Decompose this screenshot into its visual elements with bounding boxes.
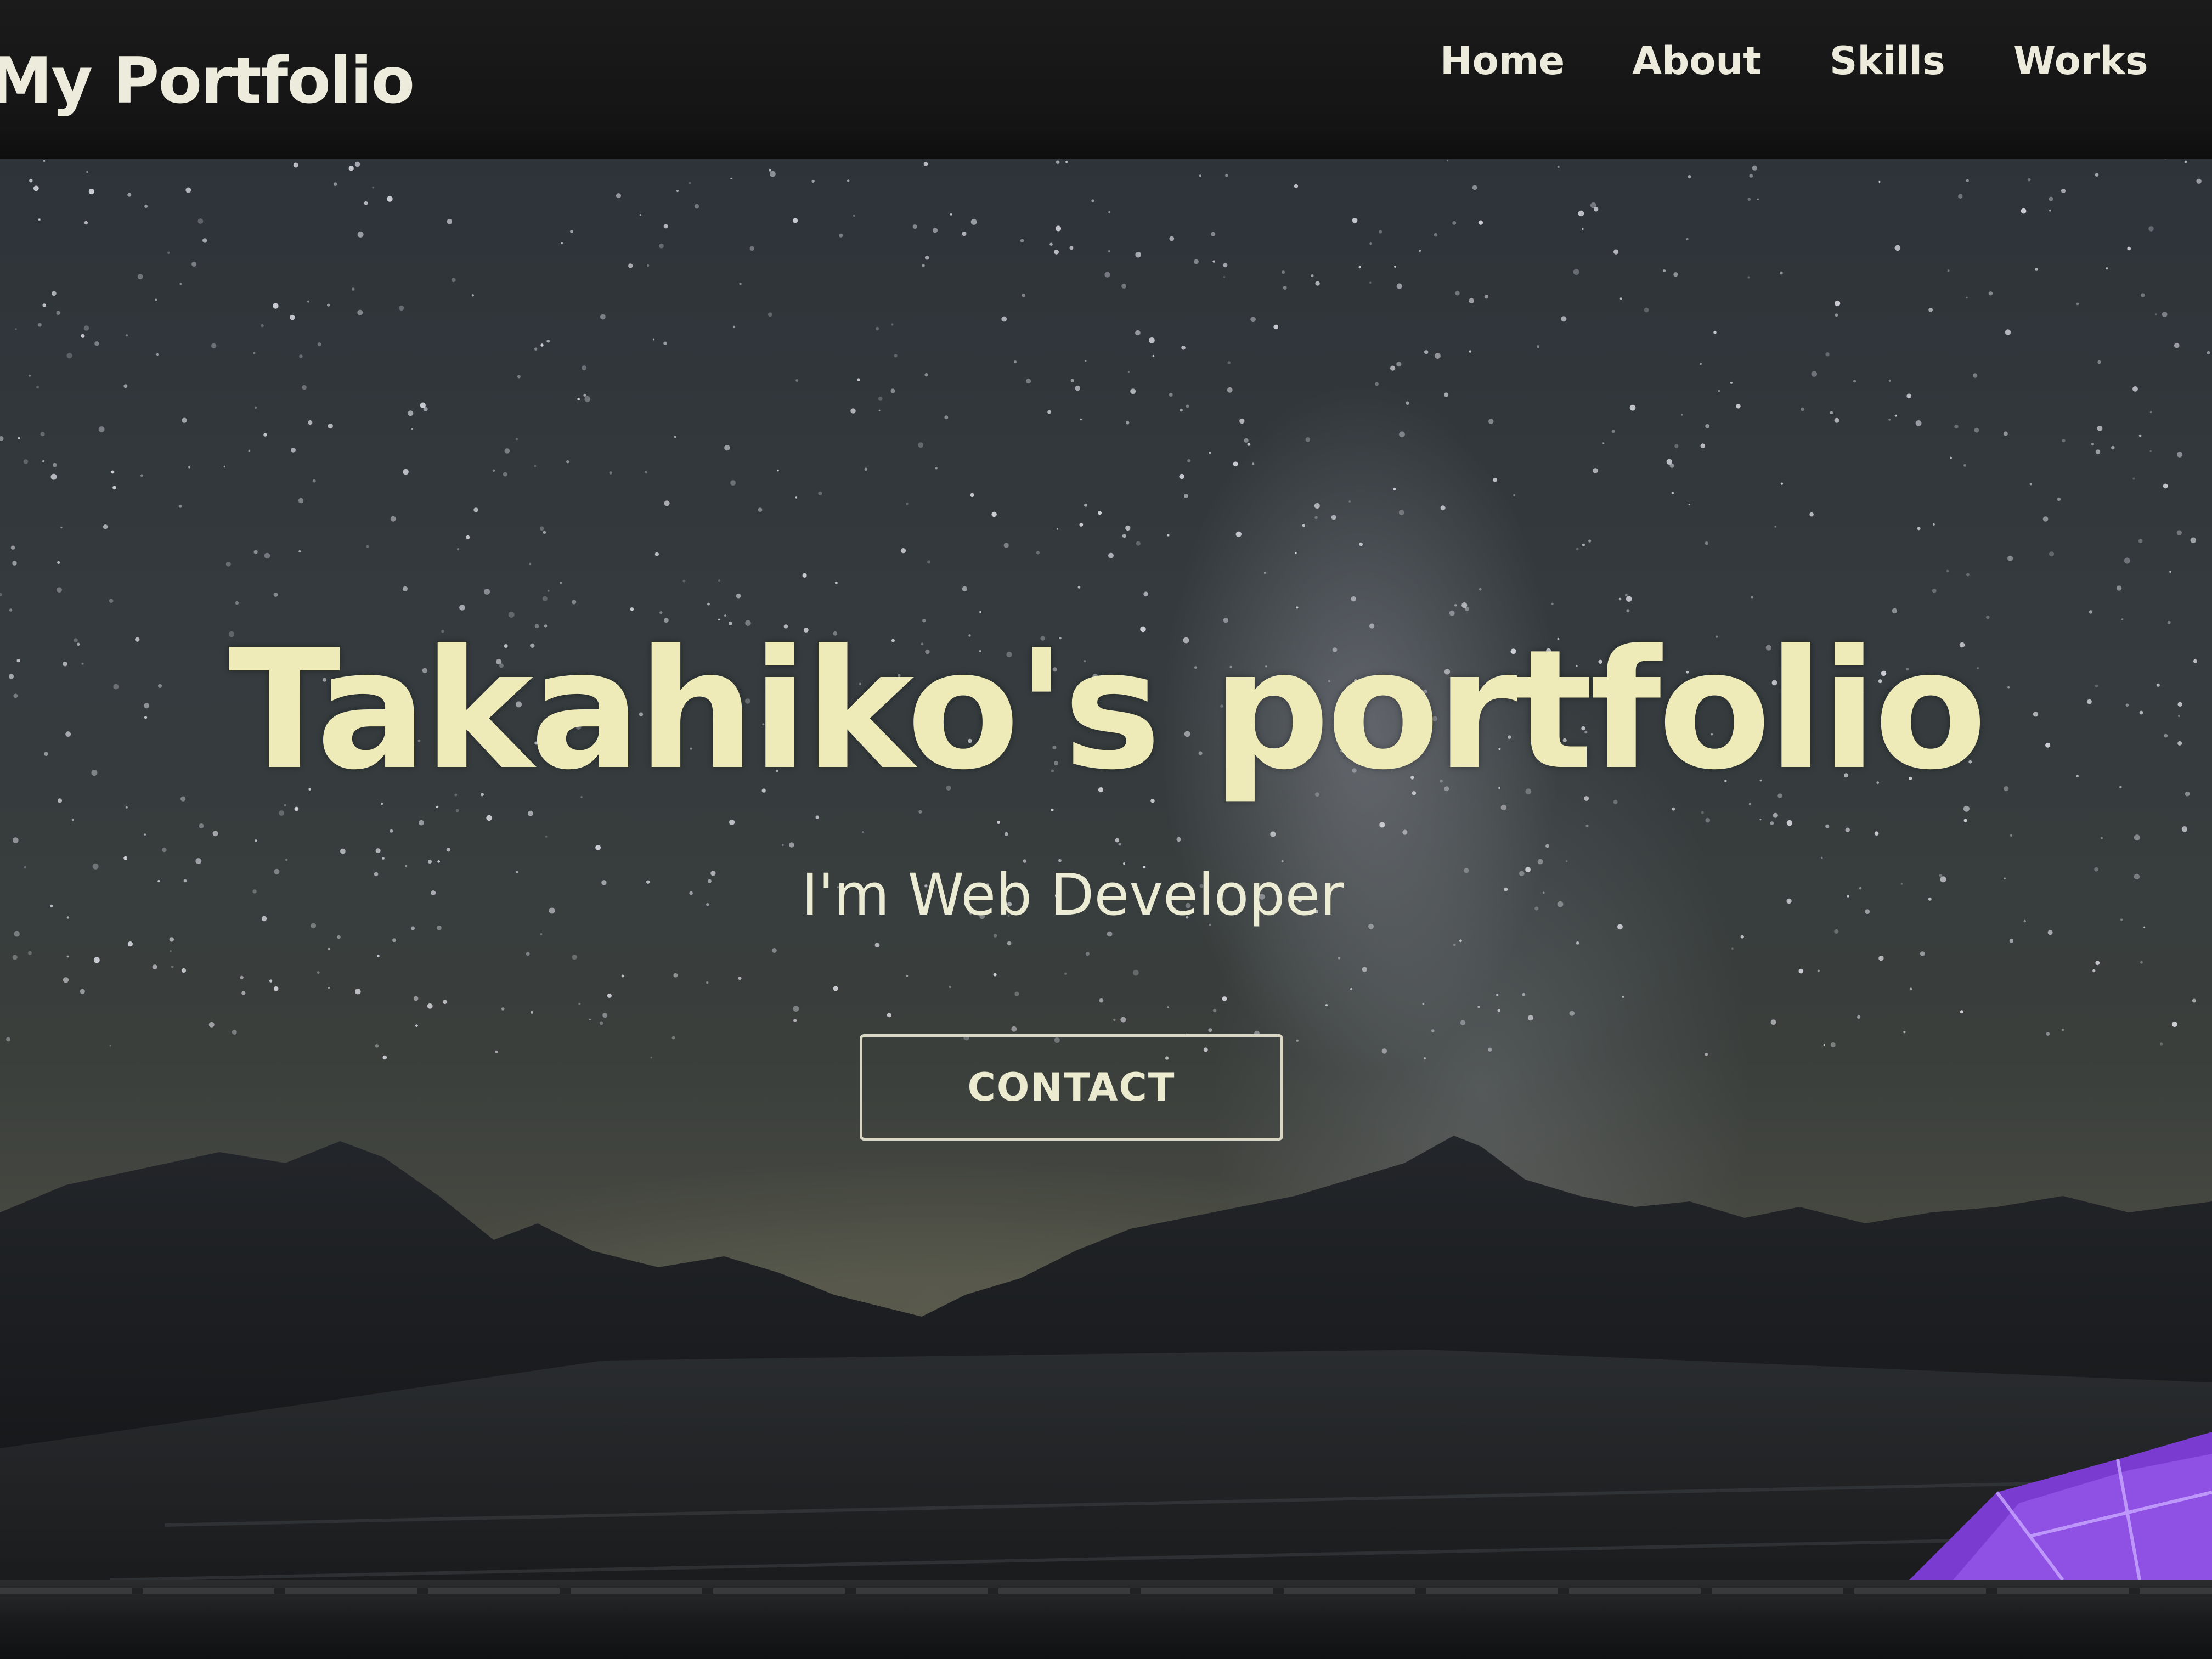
hero-title: Takahiko's portfolio: [228, 614, 1987, 806]
browser-screen: My Portfolio Home About Skills Works Tak…: [0, 0, 2212, 1659]
contact-button[interactable]: CONTACT: [860, 1034, 1283, 1141]
hero-section: Takahiko's portfolio I'm Web Developer C…: [0, 154, 2212, 1659]
nav-link-about[interactable]: About: [1632, 38, 1762, 83]
brand-logo[interactable]: My Portfolio: [0, 44, 415, 118]
nav-link-works[interactable]: Works: [2013, 38, 2148, 83]
bezel-edge: [0, 1588, 2212, 1594]
nav-link-skills[interactable]: Skills: [1830, 38, 1945, 83]
hero-subtitle: I'm Web Developer: [801, 861, 1344, 928]
navbar: My Portfolio Home About Skills Works: [0, 0, 2212, 159]
nav-link-home[interactable]: Home: [1440, 38, 1565, 83]
